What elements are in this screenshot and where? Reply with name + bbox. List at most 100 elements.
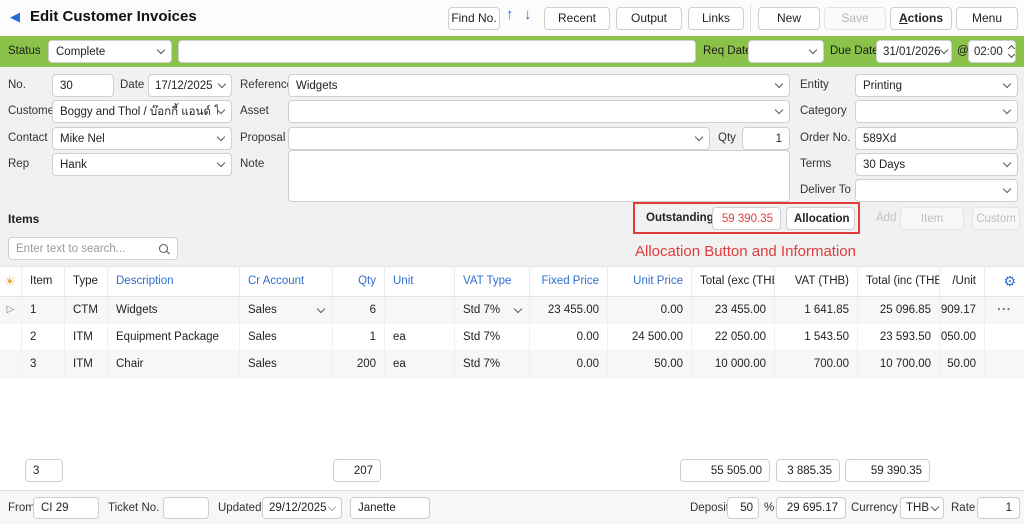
- allocation-button[interactable]: Allocation: [786, 207, 855, 230]
- cell-unit-price[interactable]: 0.00: [608, 297, 692, 324]
- add-custom-button[interactable]: Custom: [972, 207, 1020, 230]
- date-select[interactable]: 17/12/2025: [148, 74, 232, 97]
- items-search-input[interactable]: [16, 243, 158, 255]
- back-icon[interactable]: ◀: [10, 9, 20, 25]
- cell-cr-account-select[interactable]: Sales: [240, 297, 333, 324]
- cell-vat-type-select[interactable]: Std 7%: [455, 297, 530, 324]
- cell-item[interactable]: 3: [22, 351, 65, 378]
- from-input[interactable]: CI 29: [33, 497, 99, 519]
- note-textarea[interactable]: [288, 150, 790, 202]
- cell-unit[interactable]: [385, 297, 455, 324]
- time-spinner-icons[interactable]: [1009, 46, 1014, 57]
- deposit-amount-input[interactable]: 29 695.17: [776, 497, 846, 519]
- row-more-button[interactable]: [985, 351, 1024, 378]
- column-settings-header[interactable]: ⚙: [985, 267, 1024, 296]
- status-select[interactable]: Complete: [48, 40, 172, 63]
- updated-by-input[interactable]: Janette: [350, 497, 430, 519]
- customer-select[interactable]: Boggy and Thol / บ๊อกกี้ แอนด์ โพล (: [52, 100, 232, 123]
- entity-select[interactable]: Printing: [855, 74, 1018, 97]
- proposal-select[interactable]: [288, 127, 710, 150]
- cell-fixed-price[interactable]: 23 455.00: [530, 297, 608, 324]
- currency-select[interactable]: THB: [900, 497, 944, 519]
- cell-qty[interactable]: 6: [333, 297, 385, 324]
- due-time-stepper[interactable]: 02:00: [968, 40, 1016, 63]
- cell-unit[interactable]: ea: [385, 324, 455, 351]
- cell-item[interactable]: 1: [22, 297, 65, 324]
- invoice-no-input[interactable]: 30: [52, 74, 114, 97]
- deliver-to-select[interactable]: [855, 179, 1018, 202]
- qty-input[interactable]: 1: [742, 127, 790, 150]
- cell-total-inc: 23 593.50: [858, 324, 940, 351]
- terms-select[interactable]: 30 Days: [855, 153, 1018, 176]
- save-button[interactable]: Save: [824, 7, 886, 30]
- proposal-label: Proposal: [240, 127, 285, 150]
- new-button[interactable]: New: [758, 7, 820, 30]
- column-header-fixed-price[interactable]: Fixed Price: [530, 267, 608, 296]
- row-expand-marker[interactable]: ▷: [0, 297, 22, 324]
- rep-select[interactable]: Hank: [52, 153, 232, 176]
- column-header-type[interactable]: Type: [65, 267, 108, 296]
- asset-select[interactable]: [288, 100, 790, 123]
- cell-vat-type-select[interactable]: Std 7%: [455, 351, 530, 378]
- up-arrow-button[interactable]: ↑: [506, 6, 514, 23]
- column-header-total-exc[interactable]: Total (exc (THB)): [692, 267, 775, 296]
- gear-icon[interactable]: ⚙: [1003, 273, 1016, 289]
- cell-type[interactable]: ITM: [65, 324, 108, 351]
- cell-description[interactable]: Chair: [108, 351, 240, 378]
- column-header-unit-price[interactable]: Unit Price: [608, 267, 692, 296]
- cell-fixed-price[interactable]: 0.00: [530, 351, 608, 378]
- category-select[interactable]: [855, 100, 1018, 123]
- column-header-vat-type[interactable]: VAT Type: [455, 267, 530, 296]
- column-header-description[interactable]: Description: [108, 267, 240, 296]
- output-button[interactable]: Output: [616, 7, 682, 30]
- req-date-select[interactable]: [748, 40, 824, 63]
- row-expand-marker[interactable]: [0, 324, 22, 351]
- column-header-cr-account[interactable]: Cr Account: [240, 267, 333, 296]
- row-expand-marker[interactable]: [0, 351, 22, 378]
- status-note-value[interactable]: [186, 46, 688, 58]
- column-header-per-unit[interactable]: /Unit: [940, 267, 985, 296]
- recent-button[interactable]: Recent: [544, 7, 610, 30]
- cell-type[interactable]: CTM: [65, 297, 108, 324]
- ticket-no-input[interactable]: [163, 497, 209, 519]
- status-note-input[interactable]: [178, 40, 696, 63]
- row-settings-column-header[interactable]: ☀: [0, 267, 22, 296]
- reference-select[interactable]: Widgets: [288, 74, 790, 97]
- cell-type[interactable]: ITM: [65, 351, 108, 378]
- cell-item[interactable]: 2: [22, 324, 65, 351]
- order-no-input[interactable]: 589Xd: [855, 127, 1018, 150]
- links-button[interactable]: Links: [688, 7, 744, 30]
- updated-label: Updated: [218, 491, 261, 524]
- down-arrow-button[interactable]: ↓: [524, 6, 532, 23]
- deposit-percent-input[interactable]: 50: [727, 497, 759, 519]
- column-header-total-inc[interactable]: Total (inc (THB)): [858, 267, 940, 296]
- row-more-button[interactable]: [985, 324, 1024, 351]
- column-header-vat[interactable]: VAT (THB): [775, 267, 858, 296]
- updated-date-select[interactable]: 29/12/2025: [262, 497, 342, 519]
- row-more-button[interactable]: ···: [985, 297, 1024, 324]
- note-value[interactable]: [296, 155, 782, 201]
- due-date-select[interactable]: 31/01/2026: [876, 40, 952, 63]
- column-header-item[interactable]: Item: [22, 267, 65, 296]
- cell-unit-price[interactable]: 50.00: [608, 351, 692, 378]
- cell-qty[interactable]: 200: [333, 351, 385, 378]
- cell-description[interactable]: Widgets: [108, 297, 240, 324]
- column-header-unit[interactable]: Unit: [385, 267, 455, 296]
- cell-cr-account-select[interactable]: Sales: [240, 351, 333, 378]
- cell-unit-price[interactable]: 24 500.00: [608, 324, 692, 351]
- cell-cr-account-select[interactable]: Sales: [240, 324, 333, 351]
- column-header-qty[interactable]: Qty: [333, 267, 385, 296]
- rate-input[interactable]: 1: [977, 497, 1020, 519]
- cell-description[interactable]: Equipment Package: [108, 324, 240, 351]
- find-no-button[interactable]: Find No.: [448, 7, 500, 30]
- cell-qty[interactable]: 1: [333, 324, 385, 351]
- add-item-button[interactable]: Item: [900, 207, 964, 230]
- cell-unit[interactable]: ea: [385, 351, 455, 378]
- contact-select[interactable]: Mike Nel: [52, 127, 232, 150]
- menu-button[interactable]: Menu: [956, 7, 1018, 30]
- actions-button[interactable]: Actions: [890, 7, 952, 30]
- items-search-box[interactable]: [8, 237, 178, 260]
- cell-fixed-price[interactable]: 0.00: [530, 324, 608, 351]
- cell-total-inc: 10 700.00: [858, 351, 940, 378]
- cell-vat-type-select[interactable]: Std 7%: [455, 324, 530, 351]
